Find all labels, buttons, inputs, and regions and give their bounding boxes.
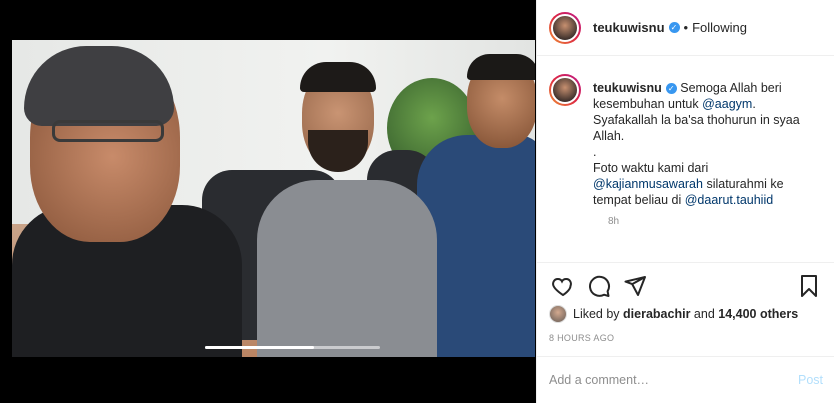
video-progress-fill — [205, 346, 314, 349]
caption-timestamp[interactable]: 8h — [608, 216, 823, 227]
person-right-hair — [467, 54, 535, 80]
heart-icon — [552, 277, 572, 297]
comment-icon — [589, 275, 610, 297]
caption-text: teukuwisnu ✓ Semoga Allah beri kesembuhan… — [593, 80, 811, 208]
mention-link[interactable]: @aagym — [702, 97, 752, 111]
video-progress-bar[interactable] — [205, 346, 380, 349]
likes-count[interactable]: 14,400 others — [718, 307, 798, 321]
likes-summary: Liked by dierabachir and 14,400 others — [549, 305, 823, 323]
video-frame[interactable] — [12, 40, 535, 357]
add-comment-bar: Post — [537, 356, 834, 403]
comments-area: teukuwisnu ✓ Semoga Allah beri kesembuhan… — [537, 66, 834, 256]
likes-prefix: Liked by — [573, 307, 620, 321]
instagram-post-view: teukuwisnu ✓ • Following teukuwisnu ✓ Sem… — [0, 0, 834, 403]
save-button[interactable] — [795, 272, 823, 300]
caption-avatar[interactable] — [549, 74, 581, 106]
person-middle-body — [257, 180, 437, 357]
likes-mid: and — [690, 307, 719, 321]
share-button[interactable] — [621, 272, 649, 300]
person-left-glasses — [52, 120, 164, 142]
verified-badge-icon: ✓ — [665, 83, 677, 95]
person-middle-hair — [300, 62, 376, 92]
comment-button[interactable] — [585, 272, 613, 300]
mention-link[interactable]: @kajianmusawarah — [593, 177, 703, 191]
action-section: Liked by dierabachir and 14,400 others 8… — [537, 262, 834, 343]
post-header: teukuwisnu ✓ • Following — [537, 0, 834, 56]
action-bar — [549, 271, 823, 301]
following-button[interactable]: Following — [692, 20, 747, 35]
liker-username[interactable]: dierabachir — [623, 307, 690, 321]
liker-avatar[interactable] — [549, 305, 567, 323]
caption-username[interactable]: teukuwisnu — [593, 81, 662, 95]
avatar-image — [551, 76, 579, 104]
comment-input[interactable] — [549, 373, 798, 387]
verified-badge-icon: ✓ — [668, 22, 680, 33]
send-icon — [624, 276, 646, 296]
caption-line3: . — [593, 145, 597, 159]
separator-dot: • — [683, 20, 689, 35]
post-timestamp[interactable]: 8 HOURS AGO — [549, 333, 823, 343]
bookmark-icon — [801, 275, 817, 297]
caption-line2: Syafakallah la ba'sa thohurun in syaa Al… — [593, 113, 800, 143]
avatar-image — [551, 13, 579, 42]
avatar[interactable] — [549, 11, 581, 44]
caption-line4: Foto waktu kami dari — [593, 161, 709, 175]
mention-link[interactable]: @daarut.tauhiid — [685, 193, 773, 207]
caption-row: teukuwisnu ✓ Semoga Allah beri kesembuhan… — [549, 66, 823, 208]
post-side-panel: teukuwisnu ✓ • Following teukuwisnu ✓ Sem… — [536, 0, 834, 403]
caption-punct: . — [752, 97, 756, 111]
post-comment-button[interactable]: Post — [798, 373, 823, 387]
post-media[interactable] — [0, 0, 536, 403]
header-username[interactable]: teukuwisnu — [593, 20, 665, 35]
like-button[interactable] — [549, 272, 577, 300]
